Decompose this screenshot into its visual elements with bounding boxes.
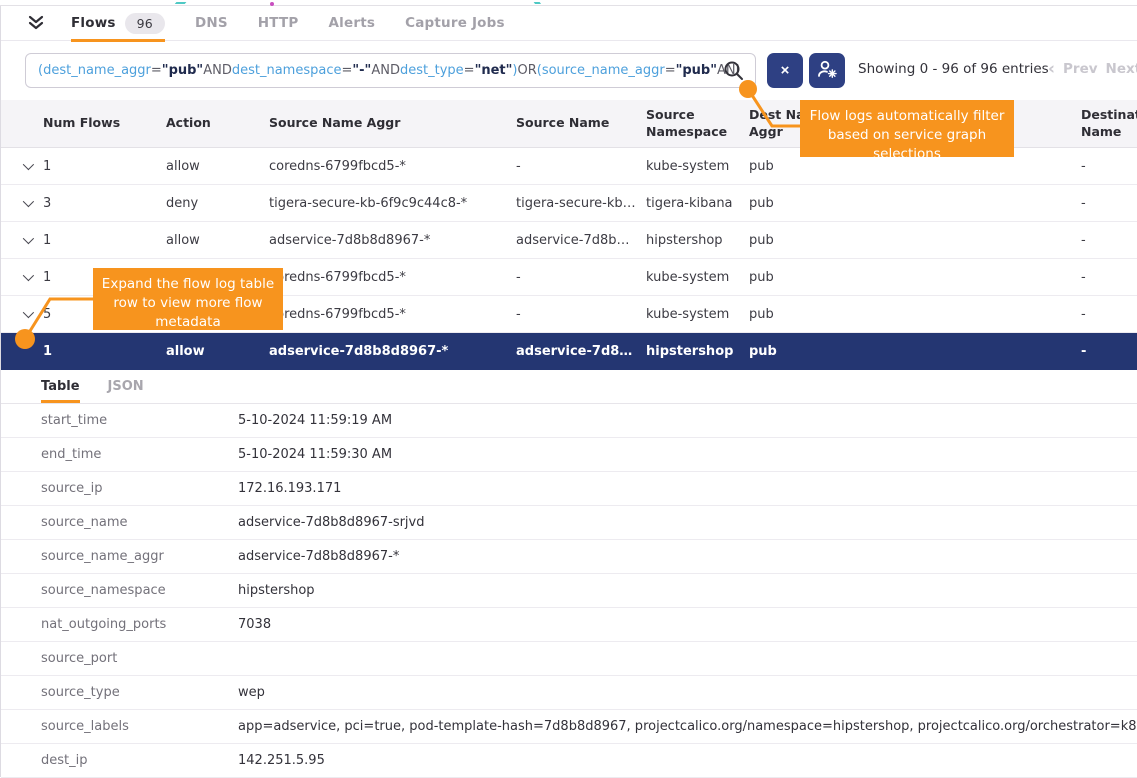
row-expand-chevron-icon[interactable]: [23, 270, 34, 281]
detail-field-key: source_namespace: [1, 583, 238, 598]
detail-field-row: source_ip 172.16.193.171: [1, 472, 1137, 506]
detail-field-row: source_port: [1, 642, 1137, 676]
flows-count-badge: 96: [125, 13, 165, 34]
detail-field-row: start_time 5-10-2024 11:59:19 AM: [1, 404, 1137, 438]
query-segment: "pub": [162, 63, 203, 78]
tab-alerts[interactable]: Alerts: [329, 6, 376, 41]
detail-field-value: app=adservice, pci=true, pod-template-ha…: [238, 719, 1137, 734]
detail-field-key: source_port: [1, 651, 238, 666]
tabs-host: Flows 96 DNS HTTP Alerts Capture Jobs: [71, 6, 535, 41]
row-expand-chevron-icon[interactable]: [23, 307, 34, 318]
user-column-settings-button[interactable]: [809, 53, 845, 88]
detail-field-value: 5-10-2024 11:59:30 AM: [238, 447, 1137, 462]
filter-toolbar: (dest_name_aggr = "pub" AND dest_namespa…: [1, 41, 1137, 100]
query-segment: =: [665, 63, 676, 78]
detail-field-key: source_name: [1, 515, 238, 530]
graph-edge-fragment: [175, 1, 188, 4]
detail-field-value: adservice-7d8b8d8967-srjvd: [238, 515, 1137, 530]
col-header-source-namespace: Source Namespace: [646, 107, 749, 140]
detail-tabbar: Table JSON: [1, 370, 1137, 404]
detail-field-row: source_type wep: [1, 676, 1137, 710]
detail-field-key: source_ip: [1, 481, 238, 496]
detail-field-key: dest_ip: [1, 753, 238, 768]
detail-field-key: source_type: [1, 685, 238, 700]
query-segment: AND: [203, 63, 232, 78]
tab-dns[interactable]: DNS: [195, 6, 228, 41]
detail-field-value: adservice-7d8b8d8967-*: [238, 549, 1137, 564]
detail-field-key: source_name_aggr: [1, 549, 238, 564]
detail-tab-json[interactable]: JSON: [108, 379, 144, 403]
detail-field-key: end_time: [1, 447, 238, 462]
query-segment: AND: [371, 63, 400, 78]
detail-field-row: source_name adservice-7d8b8d8967-srjvd: [1, 506, 1137, 540]
row-expand-chevron-icon[interactable]: [23, 196, 34, 207]
collapse-panel-double-chevron-icon[interactable]: [27, 15, 45, 31]
query-segment: =: [151, 63, 162, 78]
query-segment: dest_name_aggr: [43, 63, 151, 78]
query-segment: dest_type: [400, 63, 464, 78]
col-header-source-name: Source Name: [516, 115, 646, 131]
query-segment: "net": [475, 63, 513, 78]
flow-table-row[interactable]: 1 allow adservice-7d8b8d8967-* adservice…: [1, 222, 1137, 259]
col-header-num-flows: Num Flows: [43, 115, 166, 131]
detail-field-value: hipstershop: [238, 583, 1137, 598]
col-header-source-name-aggr: Source Name Aggr: [269, 115, 516, 131]
detail-field-row: source_labels app=adservice, pci=true, p…: [1, 710, 1137, 744]
query-segment: "pub": [676, 63, 717, 78]
detail-field-row: nat_outgoing_ports 7038: [1, 608, 1137, 642]
flow-table-row[interactable]: 3 deny tigera-secure-kb-6f9c9c44c8-* tig…: [1, 185, 1137, 222]
detail-field-value: wep: [238, 685, 1137, 700]
query-segment: dest_namespace: [232, 63, 342, 78]
query-segment: "-": [352, 63, 371, 78]
detail-field-row: dest_ip 142.251.5.95: [1, 744, 1137, 778]
graph-edge-fragment: [533, 1, 541, 4]
detail-field-key: nat_outgoing_ports: [1, 617, 238, 632]
pagination-controls: ‹ Prev Next ›: [1048, 61, 1137, 77]
detail-field-row: end_time 5-10-2024 11:59:30 AM: [1, 438, 1137, 472]
tab-http[interactable]: HTTP: [258, 6, 299, 41]
tab-flows[interactable]: Flows 96: [71, 6, 165, 41]
prev-arrow-icon[interactable]: ‹: [1048, 63, 1055, 76]
col-header-action: Action: [166, 115, 269, 131]
query-segment: =: [464, 63, 475, 78]
detail-field-key: start_time: [1, 413, 238, 428]
flow-filter-query-input[interactable]: (dest_name_aggr = "pub" AND dest_namespa…: [25, 53, 756, 88]
close-icon: ×: [781, 62, 790, 79]
row-expand-chevron-icon[interactable]: [23, 159, 34, 170]
detail-field-value: 5-10-2024 11:59:19 AM: [238, 413, 1137, 428]
tour-tooltip-filter: Flow logs automatically filter based on …: [800, 100, 1014, 157]
query-segment: OR: [517, 63, 536, 78]
search-icon[interactable]: [722, 59, 745, 82]
col-header-destination-name: Destination Name: [1081, 107, 1137, 140]
detail-field-row: source_name_aggr adservice-7d8b8d8967-*: [1, 540, 1137, 574]
row-expand-chevron-icon[interactable]: [23, 233, 34, 244]
tour-tooltip-expand: Expand the flow log table row to view mo…: [93, 268, 283, 330]
flow-table-row[interactable]: 1 allow adservice-7d8b8d8967-* adservice…: [1, 333, 1137, 370]
detail-field-value: 172.16.193.171: [238, 481, 1137, 496]
log-type-tabbar: Flows 96 DNS HTTP Alerts Capture Jobs: [1, 6, 1137, 41]
detail-field-value: 7038: [238, 617, 1137, 632]
detail-field-row: source_namespace hipstershop: [1, 574, 1137, 608]
flow-detail-pane: Table JSON start_time 5-10-2024 11:59:19…: [1, 370, 1137, 778]
flow-table-body: 1 allow coredns-6799fbcd5-* - kube-syste…: [1, 148, 1137, 370]
detail-field-value: 142.251.5.95: [238, 753, 1137, 768]
query-segment: =: [341, 63, 352, 78]
prev-button[interactable]: Prev: [1063, 61, 1098, 77]
query-segment: source_name_aggr: [542, 63, 665, 78]
detail-tab-table[interactable]: Table: [41, 379, 80, 403]
clear-filter-button[interactable]: ×: [767, 53, 803, 88]
detail-fields-host: start_time 5-10-2024 11:59:19 AM end_tim…: [1, 404, 1137, 778]
next-button[interactable]: Next: [1106, 61, 1137, 77]
entries-count-label: Showing 0 - 96 of 96 entries: [858, 61, 1049, 77]
user-gear-icon: [816, 59, 838, 82]
tab-capture-jobs[interactable]: Capture Jobs: [405, 6, 505, 41]
detail-field-key: source_labels: [1, 719, 238, 734]
